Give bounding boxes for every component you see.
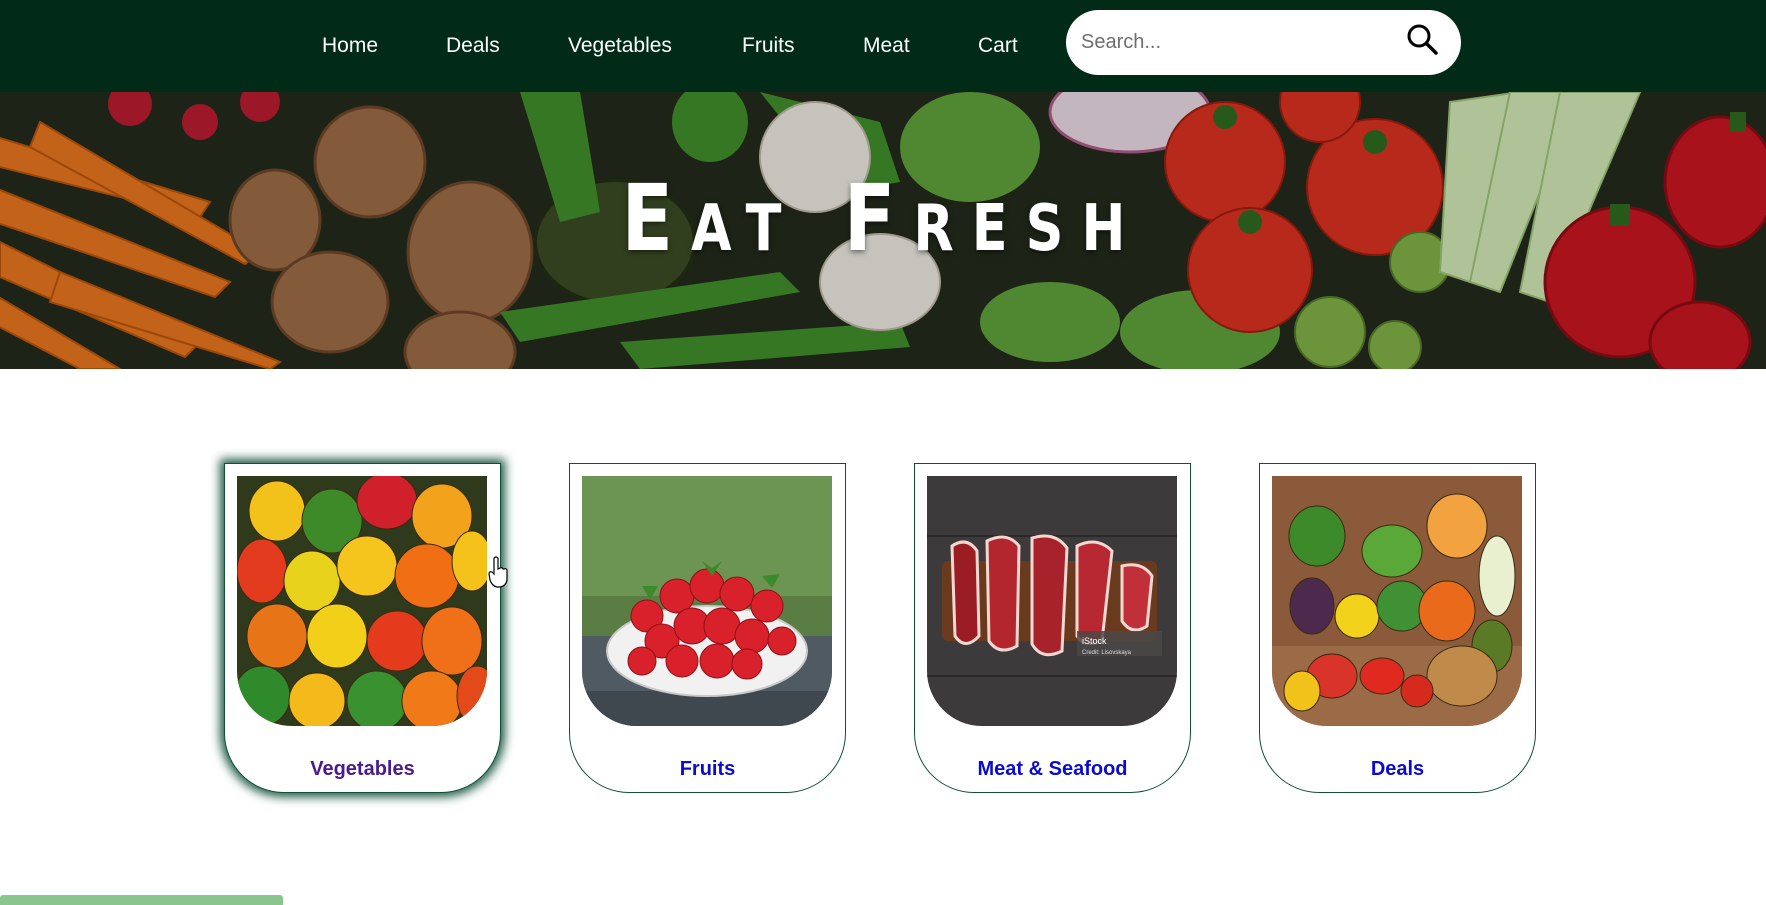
- svg-text:iStock: iStock: [1082, 636, 1107, 646]
- search-input[interactable]: [1081, 24, 1381, 60]
- nav-link-cart[interactable]: Cart: [978, 34, 1018, 58]
- category-card-fruits[interactable]: Fruits: [569, 463, 846, 793]
- search-box: [1066, 10, 1461, 75]
- vegetables-image: [237, 476, 487, 726]
- category-card-meat-seafood[interactable]: iStock Credit: Lisovskaya Meat & Seafood: [914, 463, 1191, 793]
- meat-seafood-image: iStock Credit: Lisovskaya: [927, 476, 1177, 726]
- category-label-vegetables[interactable]: Vegetables: [225, 758, 500, 781]
- category-label-meat-seafood[interactable]: Meat & Seafood: [915, 758, 1190, 781]
- nav-link-deals[interactable]: Deals: [446, 34, 500, 58]
- category-card-vegetables[interactable]: Vegetables: [224, 463, 501, 793]
- fruits-image: [582, 476, 832, 726]
- nav-link-vegetables[interactable]: Vegetables: [568, 34, 672, 58]
- category-label-fruits[interactable]: Fruits: [570, 758, 845, 781]
- category-card-deals[interactable]: Deals: [1259, 463, 1536, 793]
- search-icon[interactable]: [1405, 22, 1441, 58]
- hero-title: Eat Fresh: [621, 165, 1144, 272]
- hand-cursor-icon: [488, 556, 510, 588]
- nav-link-meat[interactable]: Meat: [863, 34, 910, 58]
- nav-link-home[interactable]: Home: [322, 34, 378, 58]
- hero-banner: Eat Fresh: [0, 92, 1766, 369]
- category-label-deals[interactable]: Deals: [1260, 758, 1535, 781]
- deals-image: [1272, 476, 1522, 726]
- nav-link-fruits[interactable]: Fruits: [742, 34, 795, 58]
- svg-text:Credit: Lisovskaya: Credit: Lisovskaya: [1082, 650, 1132, 656]
- browser-status-bar: [0, 895, 283, 905]
- top-navbar: Home Deals Vegetables Fruits Meat Cart: [0, 0, 1766, 92]
